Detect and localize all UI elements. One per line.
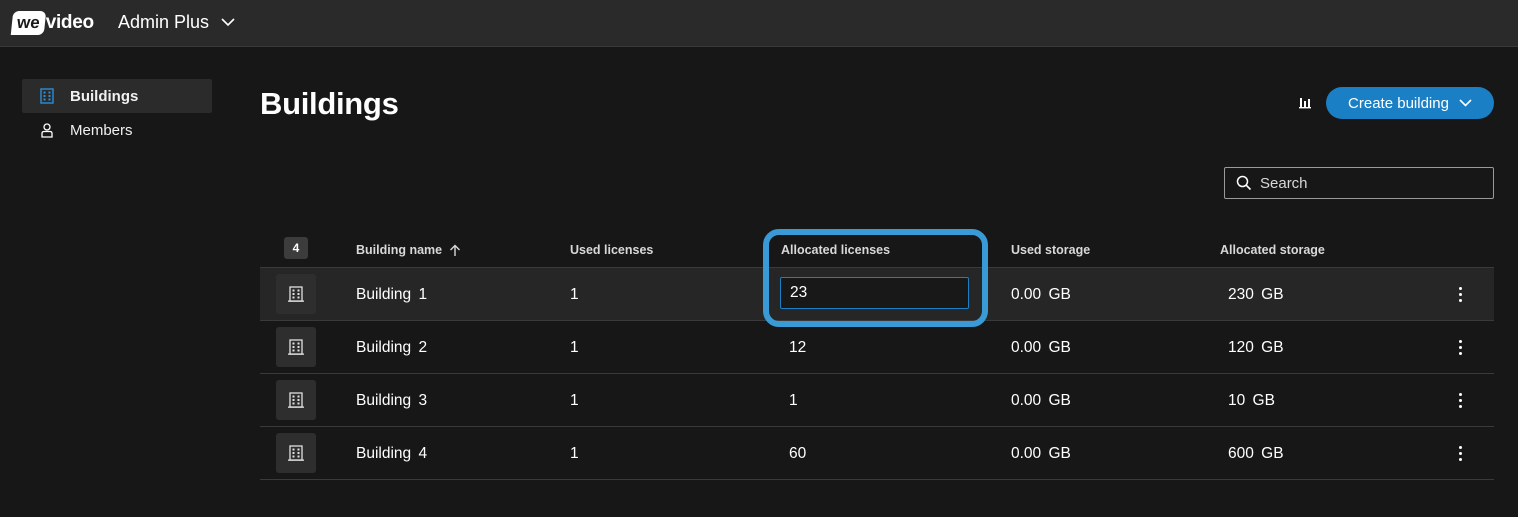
logo-video: video [45, 12, 94, 33]
table-row[interactable]: Building 4 1 60 0.00 GB 600 GB [260, 427, 1494, 480]
used-storage: 0.00 GB [1011, 339, 1071, 356]
allocated-storage: 120 GB [1228, 339, 1284, 356]
table-row[interactable]: Building 2 1 12 0.00 GB 120 GB [260, 321, 1494, 374]
allocated-licenses[interactable]: 12 [789, 339, 806, 357]
building-name[interactable]: Building 2 [356, 339, 427, 357]
column-header-used-licenses[interactable]: Used licenses [570, 243, 653, 257]
table-row[interactable]: Building 3 1 1 0.00 GB 10 GB [260, 374, 1494, 427]
column-header-allocated-licenses[interactable]: Allocated licenses [781, 243, 890, 257]
allocated-storage: 10 GB [1228, 392, 1275, 409]
sidebar-item-label: Buildings [70, 87, 139, 105]
sidebar-item-label: Members [70, 121, 133, 139]
chevron-down-icon [1459, 99, 1472, 107]
logo-we: we [10, 11, 46, 35]
building-name[interactable]: Building 3 [356, 392, 427, 410]
sidebar-item-buildings[interactable]: Buildings [22, 79, 212, 113]
used-licenses: 1 [570, 392, 579, 409]
create-building-button[interactable]: Create building [1326, 87, 1494, 119]
search-box[interactable] [1224, 167, 1494, 199]
used-storage: 0.00 GB [1011, 445, 1071, 462]
more-options-icon[interactable] [1450, 441, 1470, 465]
table-row[interactable]: Building 1 1 0.00 GB 230 GB [260, 268, 1494, 321]
used-storage: 0.00 GB [1011, 286, 1071, 303]
building-icon [38, 88, 56, 104]
sidebar: Buildings Members [22, 79, 212, 147]
column-header-used-storage[interactable]: Used storage [1011, 243, 1090, 257]
person-icon [38, 122, 56, 138]
used-licenses: 1 [570, 339, 579, 356]
column-header-allocated-storage[interactable]: Allocated storage [1220, 243, 1325, 257]
more-options-icon[interactable] [1450, 282, 1470, 306]
row-count-badge: 4 [284, 237, 308, 259]
more-options-icon[interactable] [1450, 388, 1470, 412]
app-switcher[interactable]: Admin Plus [118, 12, 235, 33]
used-storage: 0.00 GB [1011, 392, 1071, 409]
page-title: Buildings [260, 86, 399, 121]
allocated-licenses[interactable]: 1 [789, 392, 798, 410]
column-header-building-name[interactable]: Building name [356, 243, 461, 257]
building-icon [276, 433, 316, 473]
used-licenses: 1 [570, 286, 579, 303]
search-input[interactable] [1260, 174, 1480, 192]
building-icon [276, 327, 316, 367]
column-header-label: Building name [356, 243, 443, 257]
sort-ascending-icon [450, 244, 461, 256]
wevideo-logo[interactable]: we video [10, 8, 94, 38]
building-name[interactable]: Building 4 [356, 445, 427, 463]
building-icon [276, 380, 316, 420]
sidebar-item-members[interactable]: Members [22, 113, 212, 147]
table-header: 4 Building name Used licenses Allocated … [260, 231, 1494, 268]
allocated-licenses[interactable]: 60 [789, 445, 806, 463]
allocated-storage: 600 GB [1228, 445, 1284, 462]
allocated-licenses-input[interactable] [780, 277, 969, 309]
create-building-label: Create building [1348, 94, 1449, 112]
bar-chart-icon[interactable] [1298, 95, 1312, 114]
top-bar: we video Admin Plus [0, 0, 1518, 47]
chevron-down-icon [221, 18, 235, 27]
allocated-storage: 230 GB [1228, 286, 1284, 303]
building-icon [276, 274, 316, 314]
used-licenses: 1 [570, 445, 579, 462]
search-icon [1236, 175, 1252, 191]
app-name: Admin Plus [118, 12, 210, 32]
more-options-icon[interactable] [1450, 335, 1470, 359]
building-name[interactable]: Building 1 [356, 286, 427, 304]
buildings-table: 4 Building name Used licenses Allocated … [260, 231, 1494, 480]
